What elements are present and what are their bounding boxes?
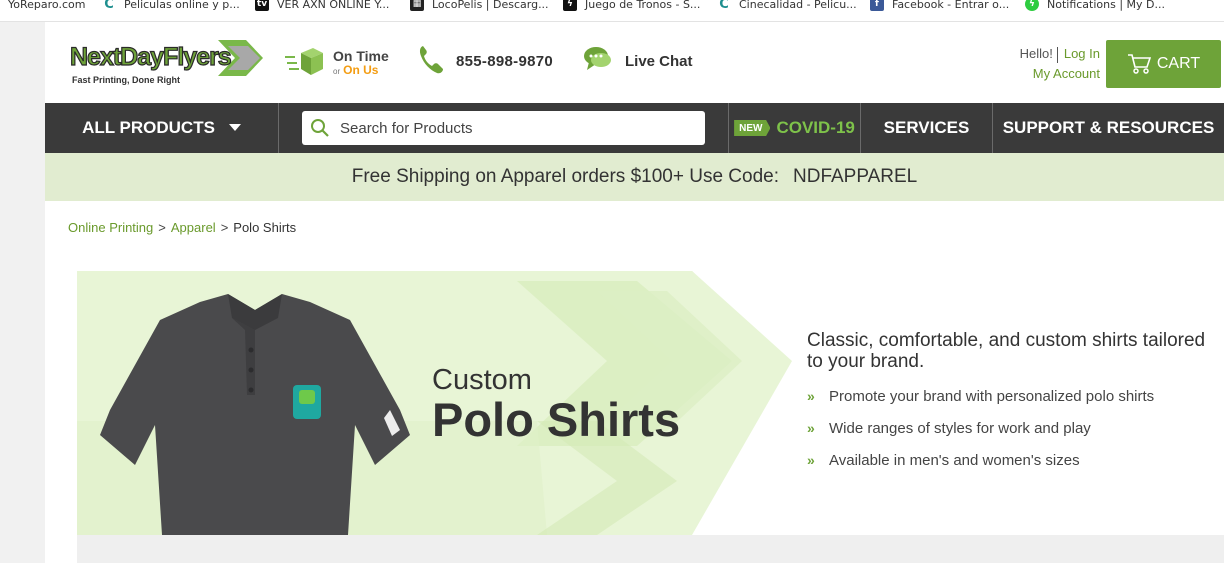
- hero-title-big: Polo Shirts: [432, 393, 681, 446]
- hero-title: Custom Polo Shirts: [432, 364, 680, 444]
- bolt-green-icon: ϟ: [1025, 0, 1039, 11]
- cart-button[interactable]: CART: [1106, 40, 1221, 88]
- divider: [1056, 46, 1058, 63]
- double-chevron-icon: »: [807, 420, 815, 436]
- services-label: SERVICES: [883, 118, 970, 137]
- breadcrumb-current: Polo Shirts: [233, 220, 297, 235]
- all-products-menu[interactable]: ALL PRODUCTS: [45, 103, 278, 153]
- next-section-strip: [77, 535, 1224, 563]
- feature-list: Classic, comfortable, and custom shirts …: [807, 330, 1207, 476]
- search-box[interactable]: [302, 111, 705, 145]
- search-input[interactable]: [340, 119, 680, 137]
- logo-wordmark: NextDayFlyers: [70, 43, 231, 71]
- breadcrumb-link-online-printing[interactable]: Online Printing: [68, 220, 153, 235]
- bookmark-label: Juego de Tronos - S...: [585, 0, 701, 11]
- bookmark-label: Facebook - Entrar o...: [892, 0, 1010, 11]
- phone-link[interactable]: 855-898-9870: [418, 46, 553, 76]
- feature-item: » Wide ranges of styles for work and play: [807, 412, 1207, 444]
- search-icon: [310, 118, 330, 138]
- hero-title-small: Custom: [432, 364, 532, 396]
- bookmark-item[interactable]: ϟ Notifications | My D...: [1025, 0, 1165, 12]
- bookmark-item[interactable]: tv VER AXN ONLINE Y...: [255, 0, 389, 12]
- promo-code: NDFAPPAREL: [793, 166, 918, 187]
- feature-item: » Promote your brand with personalized po…: [807, 380, 1207, 412]
- polo-shirt-image: [100, 290, 410, 540]
- greeting: Hello!: [1019, 46, 1053, 61]
- main-nav: ALL PRODUCTS NEW COVID-19 SERVICES SUPPO…: [45, 103, 1224, 153]
- promo-text: Free Shipping on Apparel orders $100+ Us…: [351, 166, 779, 187]
- bookmark-item[interactable]: f Facebook - Entrar o...: [870, 0, 1009, 12]
- feature-text: Wide ranges of styles for work and play: [829, 419, 1091, 437]
- bookmark-item[interactable]: ϟ Juego de Tronos - S...: [563, 0, 700, 12]
- bookmark-label: Notifications | My D...: [1047, 0, 1166, 11]
- c-icon: C: [719, 0, 729, 12]
- bolt-icon: ϟ: [563, 0, 577, 11]
- feature-text: Promote your brand with personalized pol…: [829, 387, 1155, 405]
- or-label: or: [333, 67, 341, 76]
- bookmark-item[interactable]: C Cinecalidad - Pelicu...: [717, 0, 857, 12]
- chat-bubble-icon: [583, 45, 613, 77]
- live-chat-label: Live Chat: [625, 52, 693, 70]
- caret-down-icon: [228, 124, 241, 132]
- bookmark-label: Peliculas online y p...: [124, 0, 240, 11]
- new-badge: NEW: [734, 120, 771, 136]
- site-logo[interactable]: NextDayFlyers Fast Printing, Done Right: [68, 38, 263, 88]
- account-links: Hello! Log In My Account: [990, 44, 1100, 84]
- double-chevron-icon: »: [807, 388, 815, 404]
- box-shipping-icon: [285, 47, 325, 82]
- breadcrumb-separator: >: [158, 220, 166, 235]
- services-menu[interactable]: SERVICES: [861, 103, 992, 153]
- film-icon: ▦: [410, 0, 424, 11]
- bookmark-label: VER AXN ONLINE Y...: [277, 0, 390, 11]
- bookmark-label: Cinecalidad - Pelicu...: [739, 0, 857, 11]
- breadcrumb-separator: >: [220, 220, 229, 235]
- phone-number: 855-898-9870: [456, 52, 554, 70]
- on-time-guarantee[interactable]: On Time or On Us: [285, 46, 389, 82]
- bookmark-item[interactable]: C Peliculas online y p...: [102, 0, 240, 12]
- support-label: SUPPORT & RESOURCES: [1002, 118, 1215, 137]
- feature-item: » Available in men's and women's sizes: [807, 444, 1207, 476]
- covid-label: COVID-19: [776, 118, 855, 137]
- page-gutter: [0, 22, 45, 563]
- support-menu[interactable]: SUPPORT & RESOURCES: [993, 103, 1224, 153]
- c-icon: C: [104, 0, 114, 12]
- bookmark-label: YoReparo.com: [8, 0, 86, 11]
- login-link[interactable]: Log In: [1064, 46, 1100, 61]
- bookmark-label: LocoPelis | Descarg...: [432, 0, 549, 11]
- cart-icon: [1127, 53, 1157, 75]
- on-us-label: On Us: [343, 63, 379, 77]
- bookmark-item[interactable]: YoReparo.com: [8, 0, 85, 12]
- all-products-label: ALL PRODUCTS: [82, 118, 215, 137]
- live-chat-button[interactable]: Live Chat: [583, 46, 693, 76]
- breadcrumb: Online Printing > Apparel > Polo Shirts: [68, 220, 296, 235]
- breadcrumb-link-apparel[interactable]: Apparel: [171, 220, 216, 235]
- feature-text: Available in men's and women's sizes: [829, 451, 1080, 469]
- logo-tagline: Fast Printing, Done Right: [72, 75, 180, 85]
- cart-label: CART: [1156, 55, 1201, 72]
- divider: [0, 21, 1224, 22]
- bookmarks-bar: YoReparo.com C Peliculas online y p... tv…: [0, 0, 1224, 14]
- bookmark-item[interactable]: ▦ LocoPelis | Descarg...: [410, 0, 549, 12]
- covid-menu[interactable]: NEW COVID-19: [729, 103, 860, 153]
- on-time-label: On Time: [333, 48, 389, 64]
- double-chevron-icon: »: [807, 452, 815, 468]
- promo-banner: Free Shipping on Apparel orders $100+ Us…: [45, 153, 1224, 201]
- nav-divider: [278, 103, 279, 153]
- facebook-icon: f: [870, 0, 884, 11]
- feature-lead: Classic, comfortable, and custom shirts …: [807, 330, 1206, 372]
- phone-icon: [418, 44, 444, 78]
- tv-icon: tv: [255, 0, 269, 11]
- my-account-link[interactable]: My Account: [1033, 66, 1100, 81]
